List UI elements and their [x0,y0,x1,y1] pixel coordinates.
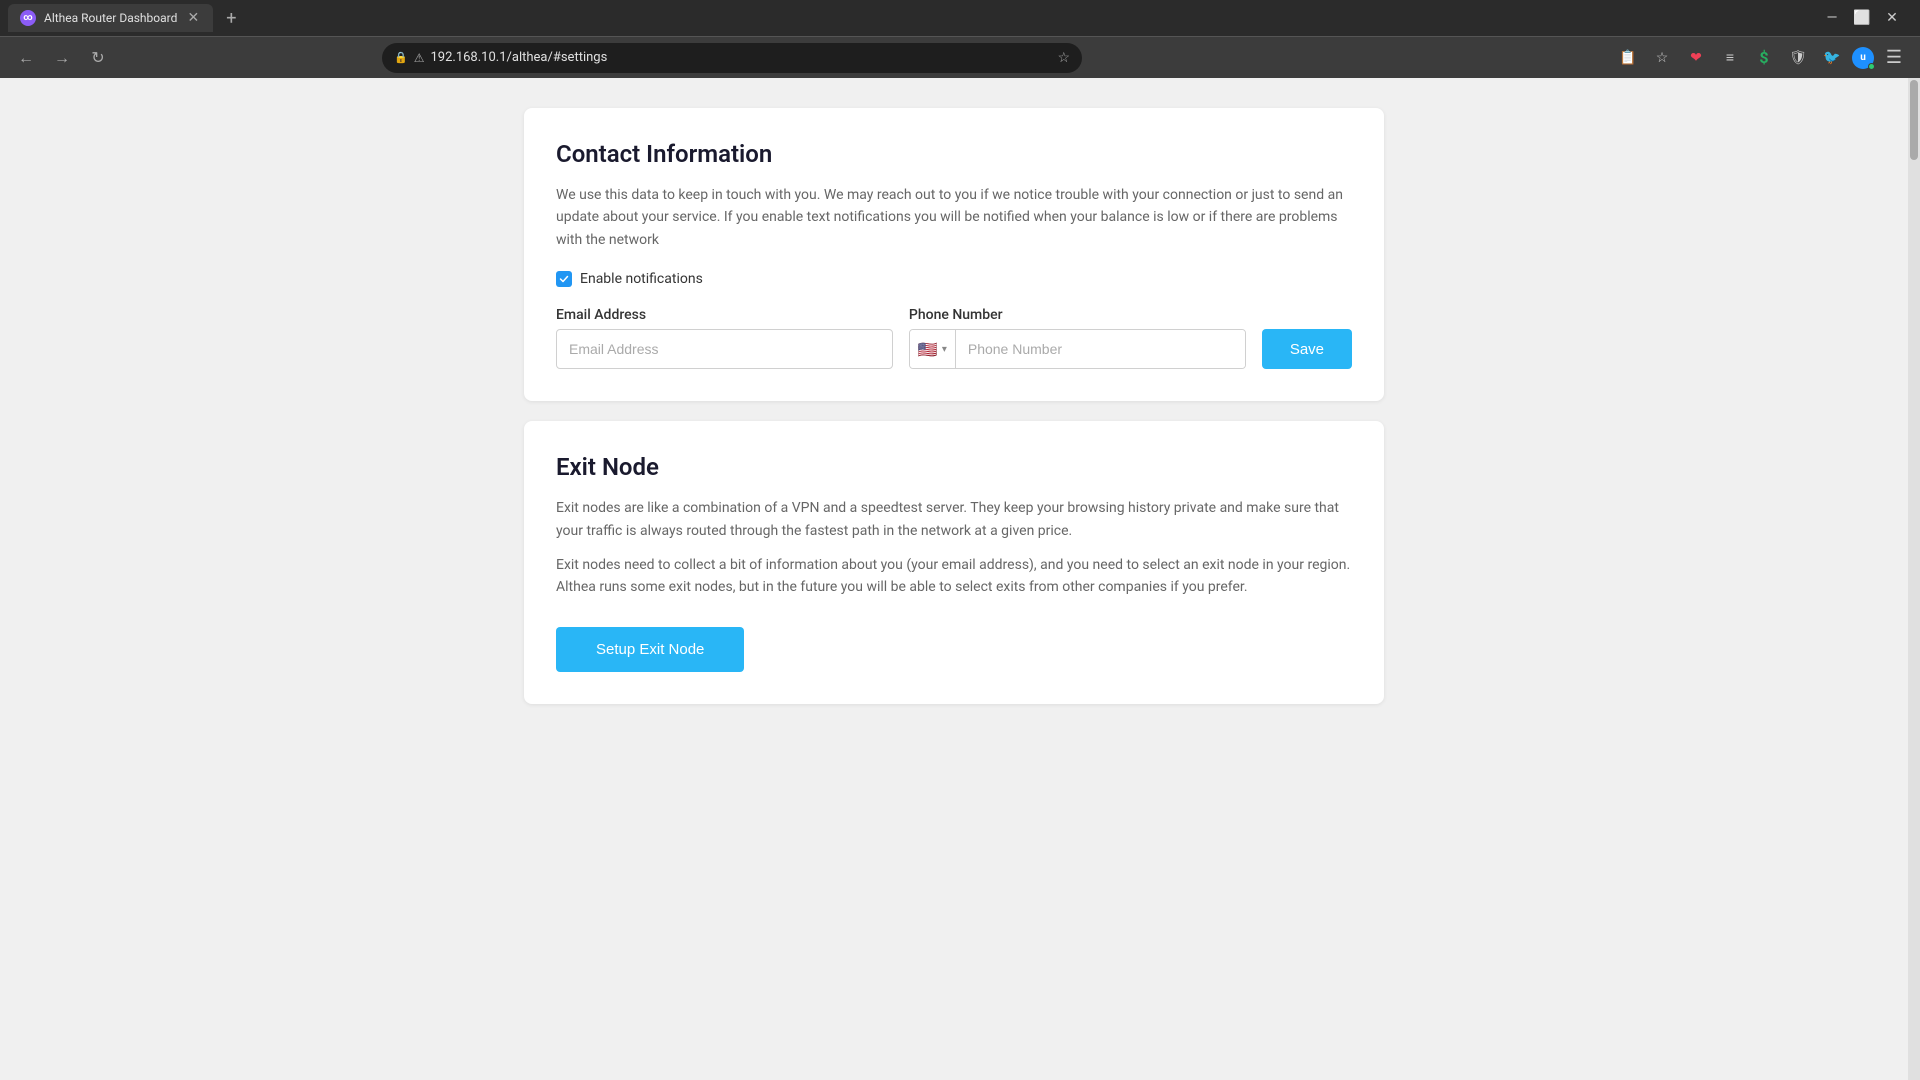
back-button[interactable]: ← [12,44,40,72]
phone-input-group: 🇺🇸 ▾ [909,329,1246,369]
exit-node-card: Exit Node Exit nodes are like a combinat… [524,421,1384,704]
browser-toolbar-right: — ⬜ ✕ [1820,6,1912,30]
flag-icon: 🇺🇸 [918,340,938,359]
pocket-icon[interactable]: ❤ [1682,44,1710,72]
exit-node-desc1: Exit nodes are like a combination of a V… [556,497,1352,542]
phone-input[interactable] [956,330,1245,368]
email-input[interactable] [556,329,893,369]
bird-icon[interactable]: 🐦 [1818,44,1846,72]
nav-bar: ← → ↻ 🔒 ⚠ 192.168.10.1/althea/#settings … [0,36,1920,78]
contact-form-row: Email Address Phone Number 🇺🇸 ▾ Save [556,307,1352,369]
browser-chrome: ∞ Althea Router Dashboard ✕ + — ⬜ ✕ ← → … [0,0,1920,78]
exit-node-description: Exit nodes are like a combination of a V… [556,497,1352,599]
maximize-button[interactable]: ⬜ [1850,6,1874,30]
tab-favicon: ∞ [20,10,36,26]
email-label: Email Address [556,307,893,323]
setup-exit-node-button[interactable]: Setup Exit Node [556,627,744,672]
security-icon: 🔒 [394,51,408,64]
active-tab[interactable]: ∞ Althea Router Dashboard ✕ [8,4,213,32]
tab-bar: ∞ Althea Router Dashboard ✕ + — ⬜ ✕ [0,0,1920,36]
forward-button[interactable]: → [48,44,76,72]
enable-notifications-checkbox[interactable] [556,271,572,287]
minimize-button[interactable]: — [1820,6,1844,30]
close-button[interactable]: ✕ [1880,6,1904,30]
bookmark-star-icon[interactable]: ☆ [1648,44,1676,72]
tab-title: Althea Router Dashboard [44,11,177,25]
scrollbar-thumb[interactable] [1910,80,1918,160]
page-content: Contact Information We use this data to … [0,78,1908,1080]
extension-icon[interactable]: 🛡 [1784,44,1812,72]
readinglist-icon[interactable]: ≡ [1716,44,1744,72]
dollar-icon[interactable]: $ [1750,44,1778,72]
contact-card-description: We use this data to keep in touch with y… [556,184,1352,251]
enable-notifications-row[interactable]: Enable notifications [556,271,1352,287]
exit-node-desc2: Exit nodes need to collect a bit of info… [556,554,1352,599]
contact-card-title: Contact Information [556,140,1352,168]
exit-node-title: Exit Node [556,453,1352,481]
reader-view-icon[interactable]: 📋 [1614,44,1642,72]
save-button[interactable]: Save [1262,329,1352,369]
refresh-button[interactable]: ↻ [84,44,112,72]
contact-information-card: Contact Information We use this data to … [524,108,1384,401]
scrollbar[interactable] [1908,78,1920,1080]
enable-notifications-label[interactable]: Enable notifications [580,271,703,287]
email-form-group: Email Address [556,307,893,369]
phone-country-selector[interactable]: 🇺🇸 ▾ [910,330,956,368]
url-display: 192.168.10.1/althea/#settings [430,50,607,65]
checkmark-icon [559,274,569,284]
profile-button[interactable]: u [1852,47,1874,69]
tab-close-button[interactable]: ✕ [185,10,201,26]
phone-form-group: Phone Number 🇺🇸 ▾ [909,307,1246,369]
online-indicator [1868,63,1875,70]
new-tab-button[interactable]: + [217,4,245,32]
dropdown-caret-icon: ▾ [942,344,947,355]
browser-toolbar-icons: 📋 ☆ ❤ ≡ $ 🛡 🐦 u ☰ [1614,44,1908,72]
bookmark-icon[interactable]: ☆ [1057,50,1070,66]
phone-label: Phone Number [909,307,1246,323]
main-container: Contact Information We use this data to … [504,108,1404,704]
menu-button[interactable]: ☰ [1880,44,1908,72]
address-bar[interactable]: 🔒 ⚠ 192.168.10.1/althea/#settings ☆ [382,43,1082,73]
shield-icon: ⚠ [414,51,425,65]
